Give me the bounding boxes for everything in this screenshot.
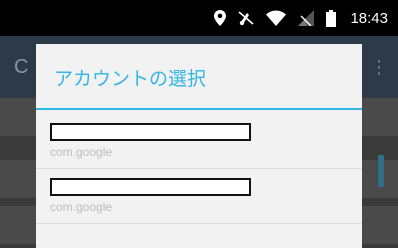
account-item[interactable]: com.google [36, 169, 362, 223]
wifi-icon [266, 10, 287, 26]
location-icon [214, 10, 227, 26]
battery-icon [326, 9, 337, 27]
dialog-title: アカウントの選択 [54, 68, 207, 90]
background-app-title: C [14, 56, 29, 78]
signal-icon [298, 10, 315, 26]
status-bar: 18:43 [0, 0, 398, 36]
account-item[interactable]: com.google [36, 114, 362, 168]
clock: 18:43 [350, 9, 388, 27]
account-type: com.google [50, 145, 113, 159]
background-scroll-indicator [378, 155, 384, 187]
mute-icon [238, 10, 254, 26]
account-type: com.google [50, 200, 113, 214]
overflow-menu-icon: ⋮ [370, 57, 388, 78]
account-name-redacted [50, 123, 251, 141]
title-divider [36, 108, 362, 110]
item-divider [36, 223, 362, 224]
account-name-redacted [50, 178, 251, 196]
account-chooser-dialog: アカウントの選択 com.google com.google [36, 44, 362, 248]
